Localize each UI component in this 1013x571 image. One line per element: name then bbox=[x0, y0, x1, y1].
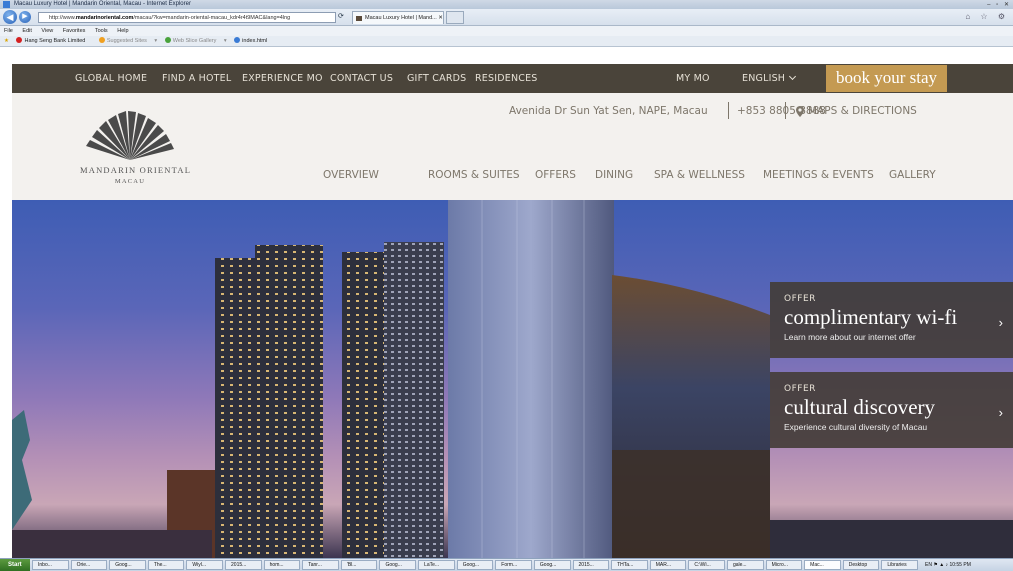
window-title: Macau Luxury Hotel | Mandarin Oriental, … bbox=[14, 1, 191, 7]
taskbar-item[interactable]: hom... bbox=[263, 560, 301, 570]
back-arrow-icon[interactable]: ◀ bbox=[3, 10, 17, 24]
site-utility-bar: GLOBAL HOME FIND A HOTEL EXPERIENCE MO C… bbox=[12, 64, 1013, 93]
taskbar-item[interactable]: The... bbox=[147, 560, 185, 570]
taskbar-item[interactable]: Goog... bbox=[379, 560, 417, 570]
address-bar[interactable]: http://www.mandarinoriental.com/macau/?k… bbox=[38, 12, 336, 23]
forward-arrow-icon[interactable]: ▶ bbox=[19, 11, 31, 23]
link-contact-us[interactable]: CONTACT US bbox=[330, 64, 393, 93]
nav-spa-wellness[interactable]: SPA & WELLNESS bbox=[654, 166, 745, 184]
language-indicator[interactable]: EN bbox=[925, 562, 932, 568]
offer-card-wifi[interactable]: OFFER complimentary wi-fi Learn more abo… bbox=[770, 282, 1013, 358]
chevron-down-icon bbox=[789, 72, 797, 81]
page-icon bbox=[234, 37, 241, 43]
menu-edit[interactable]: Edit bbox=[22, 28, 31, 34]
offer-card-cultural[interactable]: OFFER cultural discovery Experience cult… bbox=[770, 372, 1013, 448]
offer-kicker: OFFER bbox=[784, 384, 816, 394]
start-button[interactable]: Start bbox=[0, 559, 30, 571]
suggested-sites-icon bbox=[98, 37, 105, 43]
tab-label: Macau Luxury Hotel | Mand... bbox=[365, 15, 437, 21]
taskbar-item[interactable]: C:\Wi... bbox=[688, 560, 725, 570]
taskbar-item[interactable]: Micro... bbox=[765, 560, 803, 570]
nav-gallery[interactable]: GALLERY bbox=[889, 166, 936, 184]
nav-dining[interactable]: DINING bbox=[595, 166, 633, 184]
taskbar-item[interactable]: Wiyl... bbox=[186, 560, 224, 570]
browser-title-bar: Macau Luxury Hotel | Mandarin Oriental, … bbox=[0, 0, 1013, 9]
menu-bar: File Edit View Favorites Tools Help bbox=[0, 26, 1013, 36]
site-header: MANDARIN ORIENTAL MACAU Avenida Dr Sun Y… bbox=[12, 93, 1013, 200]
nav-offers[interactable]: OFFERS bbox=[535, 166, 576, 184]
offer-subtitle: Learn more about our internet offer bbox=[784, 332, 916, 342]
taskbar-item[interactable]: gale... bbox=[726, 560, 764, 570]
fav-suggested-sites[interactable]: Suggested Sites ▾ bbox=[98, 37, 157, 44]
menu-view[interactable]: View bbox=[41, 28, 53, 34]
link-residences[interactable]: RESIDENCES bbox=[475, 64, 538, 93]
offer-title: complimentary wi-fi bbox=[784, 305, 958, 329]
taskbar-item[interactable]: THTa... bbox=[611, 560, 648, 570]
divider bbox=[785, 102, 786, 119]
maps-directions-link[interactable]: MAPS & DIRECTIONS bbox=[808, 103, 917, 119]
link-experience-mo[interactable]: EXPERIENCE MO bbox=[242, 64, 323, 93]
new-tab-button[interactable] bbox=[446, 11, 464, 24]
hero-banner: OFFER complimentary wi-fi Learn more abo… bbox=[12, 200, 1013, 558]
windows-taskbar: Start Inbo... Orie... Goog... The... Wiyl...… bbox=[0, 558, 1013, 571]
link-my-mo[interactable]: MY MO bbox=[676, 64, 710, 93]
fav-web-slice[interactable]: Web Slice Gallery ▾ bbox=[164, 37, 227, 44]
favorites-star-icon[interactable]: ★ bbox=[4, 38, 9, 44]
map-pin-icon bbox=[796, 106, 804, 117]
window-controls[interactable]: – ▫ ✕ bbox=[987, 1, 1011, 9]
taskbar-item[interactable]: Orie... bbox=[70, 560, 108, 570]
taskbar-item[interactable]: Tanr... bbox=[302, 560, 339, 570]
chevron-right-icon[interactable]: › bbox=[999, 405, 1003, 420]
taskbar-item[interactable]: LaTe... bbox=[418, 560, 455, 570]
menu-file[interactable]: File bbox=[4, 28, 13, 34]
chevron-right-icon[interactable]: › bbox=[999, 315, 1003, 330]
divider bbox=[728, 102, 729, 119]
favicon-icon bbox=[356, 16, 362, 21]
taskbar-item[interactable]: 'Bl... bbox=[340, 560, 378, 570]
menu-tools[interactable]: Tools bbox=[95, 28, 108, 34]
browser-nav-bar: ◀ ▶ http://www.mandarinoriental.com/maca… bbox=[0, 9, 1013, 26]
offer-subtitle: Experience cultural diversity of Macau bbox=[784, 422, 928, 432]
clock[interactable]: 10:55 PM bbox=[949, 562, 970, 568]
menu-favorites[interactable]: Favorites bbox=[63, 28, 86, 34]
fan-logo-icon bbox=[86, 111, 174, 160]
tray-icons[interactable]: ⚑ ▲ ♪ bbox=[933, 562, 949, 568]
fav-index-html[interactable]: index.html bbox=[234, 37, 273, 44]
taskbar-item[interactable]: Libraries bbox=[881, 560, 918, 570]
link-global-home[interactable]: GLOBAL HOME bbox=[75, 64, 147, 93]
fav-hang-seng[interactable]: Hang Seng Bank Limited bbox=[16, 37, 91, 44]
system-tray: EN ⚑ ▲ ♪ 10:55 PM bbox=[921, 559, 1013, 571]
taskbar-item[interactable]: Goog... bbox=[109, 560, 146, 570]
taskbar-item[interactable]: 2015... bbox=[225, 560, 262, 570]
menu-help[interactable]: Help bbox=[117, 28, 128, 34]
offer-kicker: OFFER bbox=[784, 294, 816, 304]
web-slice-icon bbox=[164, 37, 171, 43]
taskbar-item[interactable]: Goog... bbox=[533, 560, 571, 570]
mandarin-oriental-logo[interactable]: MANDARIN ORIENTAL MACAU bbox=[80, 110, 192, 190]
refresh-icon[interactable]: ⟳ bbox=[338, 12, 344, 20]
taskbar-item[interactable]: Inbo... bbox=[32, 560, 69, 570]
offer-title: cultural discovery bbox=[784, 395, 936, 419]
taskbar-item[interactable]: MAR... bbox=[649, 560, 687, 570]
book-your-stay-button[interactable]: book your stay bbox=[826, 65, 947, 92]
taskbar-item[interactable]: Form... bbox=[495, 560, 532, 570]
logo-city: MACAU bbox=[114, 178, 146, 185]
taskbar-item[interactable]: Mac... bbox=[804, 560, 841, 570]
hang-seng-icon bbox=[16, 37, 23, 43]
logo-name: MANDARIN ORIENTAL bbox=[80, 165, 192, 175]
ie-icon bbox=[3, 1, 10, 8]
taskbar-item[interactable]: Goog... bbox=[456, 560, 494, 570]
nav-rooms-suites[interactable]: ROOMS & SUITES bbox=[428, 166, 520, 184]
taskbar-item[interactable]: 2015... bbox=[572, 560, 610, 570]
hotel-address: Avenida Dr Sun Yat Sen, NAPE, Macau bbox=[509, 105, 708, 117]
nav-meetings-events[interactable]: MEETINGS & EVENTS bbox=[763, 166, 874, 184]
language-selector[interactable]: ENGLISH bbox=[742, 64, 797, 93]
taskbar-item[interactable]: Desktop bbox=[842, 560, 880, 570]
link-gift-cards[interactable]: GIFT CARDS bbox=[407, 64, 466, 93]
nav-overview[interactable]: OVERVIEW bbox=[323, 166, 379, 184]
home-star-gear-icons[interactable]: ⌂ ☆ ⚙ bbox=[965, 12, 1009, 21]
link-find-a-hotel[interactable]: FIND A HOTEL bbox=[162, 64, 231, 93]
browser-tab-active[interactable]: Macau Luxury Hotel | Mand... ✕ bbox=[352, 11, 444, 24]
favorites-bar: ★ Hang Seng Bank Limited Suggested Sites… bbox=[0, 36, 1013, 47]
